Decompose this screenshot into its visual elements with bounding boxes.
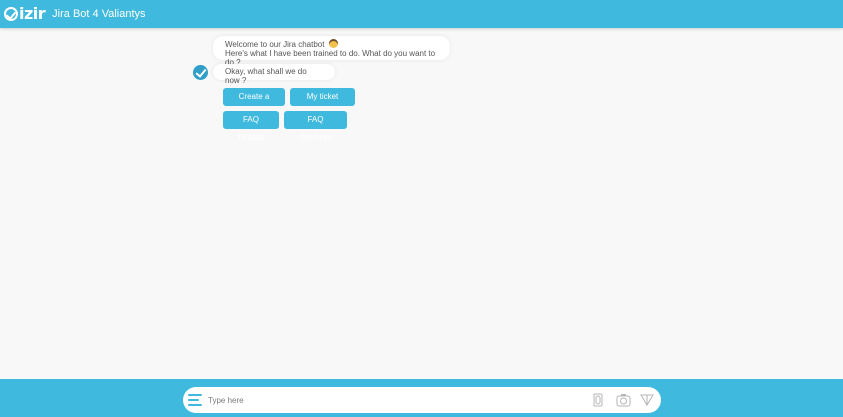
bot-avatar-check-icon bbox=[193, 65, 208, 80]
camera-icon[interactable] bbox=[616, 393, 631, 407]
send-icon[interactable] bbox=[640, 393, 654, 407]
chat-area: Welcome to our Jira chatbot Here's what … bbox=[0, 28, 843, 379]
chat-app: izir Jira Bot 4 Valiantys Welcome to our… bbox=[0, 0, 843, 417]
quick-reply-create-ticket[interactable]: Create a ticket bbox=[223, 88, 285, 119]
logo-text: izir bbox=[19, 4, 46, 23]
menu-icon[interactable] bbox=[188, 394, 202, 406]
brand-logo: izir bbox=[4, 0, 46, 28]
message-input[interactable] bbox=[208, 391, 588, 409]
bot-message: Welcome to our Jira chatbot Here's what … bbox=[213, 36, 450, 67]
bot-message: Okay, what shall we do now ? bbox=[213, 64, 335, 85]
quick-reply-ticket-status[interactable]: My ticket status bbox=[290, 88, 355, 119]
composer-bar bbox=[0, 379, 843, 417]
page-title: Jira Bot 4 Valiantys bbox=[52, 8, 146, 20]
paperclip-icon[interactable] bbox=[593, 393, 603, 407]
quick-reply-faq-onedrive[interactable]: FAQ OneDrive bbox=[284, 111, 347, 142]
message-line: Okay, what shall we do now ? bbox=[225, 67, 307, 85]
quick-reply-faq-teams[interactable]: FAQ TEAMS bbox=[223, 111, 279, 142]
logo-check-icon bbox=[4, 7, 18, 21]
header-bar: izir Jira Bot 4 Valiantys bbox=[0, 0, 843, 28]
message-line: Welcome to our Jira chatbot bbox=[225, 39, 438, 49]
composer-input-container bbox=[183, 387, 661, 413]
message-text: Welcome to our Jira chatbot bbox=[225, 40, 325, 49]
smiling-face-icon bbox=[328, 39, 338, 48]
